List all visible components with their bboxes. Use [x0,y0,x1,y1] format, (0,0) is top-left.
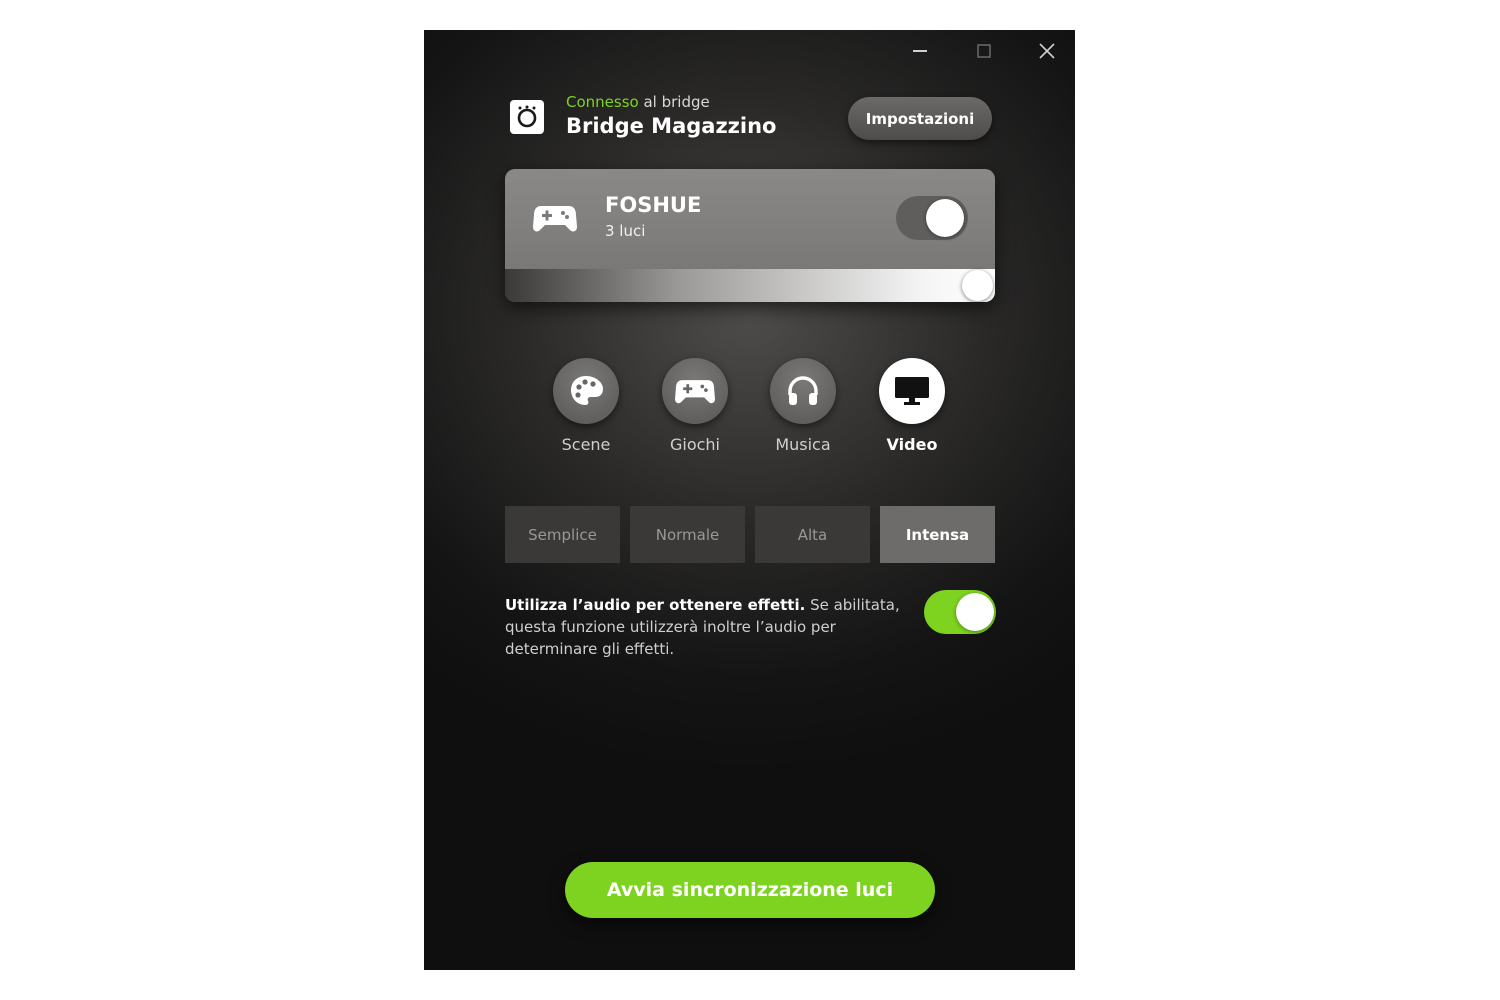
bridge-suffix-label: al bridge [638,93,710,111]
gamepad-icon [533,203,577,237]
settings-button[interactable]: Impostazioni [848,97,992,140]
connection-status: Connesso al bridge [566,93,710,111]
intensity-simple[interactable]: Semplice [505,506,620,563]
minimize-icon[interactable] [905,36,935,66]
mode-scene-label: Scene [561,435,611,454]
connected-label: Connesso [566,93,639,111]
entertainment-group-card: FOSHUE 3 luci [505,169,995,302]
audio-effects-toggle[interactable] [924,590,996,634]
mode-video-button[interactable] [879,358,945,424]
mode-music[interactable]: Musica [753,358,853,454]
bridge-icon [510,100,544,134]
brightness-slider-thumb[interactable] [962,270,993,301]
start-sync-button[interactable]: Avvia sincronizzazione luci [565,862,935,918]
mode-video-label: Video [886,435,938,454]
brightness-slider[interactable] [505,269,995,302]
intensity-intense[interactable]: Intensa [880,506,995,563]
mode-music-label: Musica [775,435,831,454]
group-light-count: 3 luci [605,222,646,240]
group-name: FOSHUE [605,193,702,217]
mode-games-label: Giochi [669,435,720,454]
maximize-icon[interactable] [969,36,999,66]
mode-scene[interactable]: Scene [536,358,636,454]
audio-effects-title: Utilizza l’audio per ottenere effetti. [505,596,806,614]
mode-games-button[interactable] [662,358,728,424]
intensity-high[interactable]: Alta [755,506,870,563]
group-power-toggle[interactable] [896,196,968,240]
toggle-knob [956,593,994,631]
headphones-icon [788,376,818,405]
bridge-name: Bridge Magazzino [566,114,777,138]
mode-games[interactable]: Giochi [645,358,745,454]
mode-video[interactable]: Video [862,358,962,454]
palette-icon [571,376,603,405]
audio-effects-description: Utilizza l’audio per ottenere effetti. S… [505,594,905,660]
mode-music-button[interactable] [770,358,836,424]
intensity-normal[interactable]: Normale [630,506,745,563]
mode-scene-button[interactable] [553,358,619,424]
gamepad-icon [675,380,715,404]
toggle-knob [926,199,964,237]
app-window: Connesso al bridge Bridge Magazzino Impo… [424,30,1075,970]
close-icon[interactable] [1032,36,1062,66]
monitor-icon [895,377,929,405]
